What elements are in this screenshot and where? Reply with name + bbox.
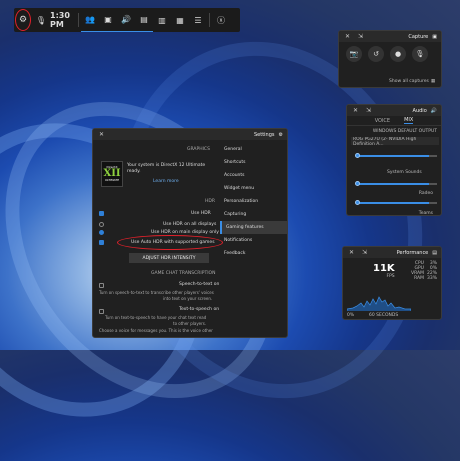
- audio-title: Audio: [412, 107, 427, 114]
- nav-personalization[interactable]: Personalization: [220, 195, 287, 208]
- divider: [78, 13, 79, 27]
- stt-desc: Turn on speech-to-text to transcribe oth…: [99, 290, 214, 295]
- settings-header: ✕ Settings ⚙: [93, 129, 287, 140]
- nav-notifications[interactable]: Notifications: [220, 234, 287, 247]
- hdr-header: HDR: [205, 199, 215, 204]
- show-all-captures-link[interactable]: Show all captures ▦: [389, 79, 435, 84]
- directx-promo-text: Your system is DirectX 12 Ultimate ready…: [127, 163, 206, 174]
- settings-icon[interactable]: ⚙: [14, 8, 32, 32]
- widget-menu-icon[interactable]: ⇲: [360, 248, 369, 257]
- game-bar: ⚙ 🎙 1:30 PM 👥 ▣ 🔊 ▤ ▥ ▦ ☰ ⓧ: [14, 8, 240, 32]
- text-to-speech-checkbox[interactable]: [99, 309, 104, 314]
- app-label: Teams: [418, 211, 433, 216]
- record-button[interactable]: ●: [390, 46, 406, 62]
- use-hdr-checkbox[interactable]: [99, 211, 104, 216]
- xbox-icon[interactable]: ⓧ: [212, 8, 230, 32]
- capture-header: ✕ ⇲ Capture ▣: [339, 31, 441, 42]
- tts-desc: to other players.: [173, 321, 207, 326]
- settings-nav: General Shortcuts Accounts Widget menu P…: [220, 143, 287, 260]
- mic-toggle-button[interactable]: 🎙: [412, 46, 428, 62]
- gear-icon: ⚙: [278, 131, 283, 138]
- system-sounds-label: System Sounds: [387, 170, 422, 175]
- nav-capturing[interactable]: Capturing: [220, 208, 287, 221]
- cpu-graph: [347, 296, 411, 311]
- nav-shortcuts[interactable]: Shortcuts: [220, 156, 287, 169]
- screenshot-button[interactable]: 📷: [346, 46, 362, 62]
- divider: [209, 13, 210, 27]
- output-device-select[interactable]: ROG PG27U (2- NVIDIA High Definition A..…: [351, 137, 439, 145]
- capture-title: Capture: [408, 33, 429, 40]
- resources-icon[interactable]: ▥: [153, 8, 171, 32]
- directx-badge: DirectX XII ULTIMATE: [101, 161, 123, 187]
- nav-general[interactable]: General: [220, 143, 287, 156]
- performance-header: ✕ ⇲ Performance ▤: [343, 247, 441, 258]
- highlight-ring: [117, 235, 223, 250]
- stt-desc: into text on your screen.: [163, 296, 213, 301]
- graph-footer-right: 0%: [347, 313, 355, 318]
- perf-label[interactable]: RAM: [411, 276, 424, 281]
- nav-widget-menu[interactable]: Widget menu: [220, 182, 287, 195]
- performance-widget-icon: ▤: [432, 249, 437, 256]
- fps-value: 11K: [373, 263, 395, 274]
- adjust-hdr-label: ADJUST HDR INTENSITY: [142, 255, 196, 261]
- tts-desc: Turn on text-to-speech to have your chat…: [105, 315, 207, 320]
- hdr-all-radio[interactable]: [99, 222, 104, 227]
- adjust-hdr-button[interactable]: ADJUST HDR INTENSITY: [129, 253, 209, 263]
- tab-mix[interactable]: MIX: [404, 117, 414, 124]
- record-last-button[interactable]: ↺: [368, 46, 384, 62]
- widgets-icon[interactable]: ☰: [189, 8, 207, 32]
- transcription-header: GAME CHAT TRANSCRIPTION: [151, 271, 216, 276]
- widget-menu-icon[interactable]: ⇲: [356, 32, 365, 41]
- capture-icon[interactable]: ▣: [99, 8, 117, 32]
- xbox-social-icon[interactable]: 👥: [81, 8, 99, 32]
- close-icon[interactable]: ✕: [351, 106, 360, 115]
- hdr-all-label: Use HDR on all displays: [163, 222, 217, 227]
- app-label: Radeo: [418, 191, 433, 196]
- graphics-header: GRAPHICS: [187, 147, 210, 152]
- tab-voice[interactable]: VOICE: [375, 118, 390, 124]
- gallery-icon[interactable]: ▦: [171, 8, 189, 32]
- performance-title: Performance: [396, 249, 429, 256]
- settings-title: Settings: [254, 131, 275, 138]
- audio-icon[interactable]: 🔊: [117, 8, 135, 32]
- tts-desc: Choose a voice for messages you. This is…: [99, 328, 213, 333]
- badge-line3: ULTIMATE: [104, 178, 120, 182]
- audio-panel: ✕ ⇲ Audio 🔊 VOICE MIX WINDOWS DEFAULT OUTP…: [346, 104, 442, 216]
- widget-menu-icon[interactable]: ⇲: [364, 106, 373, 115]
- settings-panel: ✕ Settings ⚙ General Shortcuts Accounts W…: [92, 128, 288, 338]
- nav-feedback[interactable]: Feedback: [220, 247, 287, 260]
- close-icon[interactable]: ✕: [347, 248, 356, 257]
- audio-header: ✕ ⇲ Audio 🔊: [347, 105, 441, 116]
- graph-footer-left: 60 SECONDS: [369, 313, 399, 318]
- section-label: WINDOWS DEFAULT OUTPUT: [372, 129, 437, 134]
- tts-label: Text-to-speech on: [179, 307, 220, 312]
- pin-icon[interactable]: ✕: [343, 32, 352, 41]
- clock: 1:30 PM: [50, 11, 70, 29]
- learn-more-link[interactable]: Learn more: [153, 179, 179, 184]
- stt-label: Speech-to-text on: [179, 282, 220, 287]
- capture-panel: ✕ ⇲ Capture ▣ 📷 ↺ ● 🎙 Show all captures ▦: [338, 30, 442, 88]
- perf-stats: CPU GPU VRAM RAM 3% 0% 22% 33%: [411, 261, 437, 281]
- capture-widget-icon: ▣: [432, 33, 437, 40]
- fps-block: 11K FPS: [373, 263, 395, 279]
- hdr-main-radio[interactable]: [99, 230, 104, 235]
- auto-hdr-checkbox[interactable]: [99, 240, 104, 245]
- audio-tabs: VOICE MIX: [347, 116, 441, 126]
- gallery-icon: ▦: [430, 79, 436, 84]
- speech-to-text-checkbox[interactable]: [99, 283, 104, 288]
- perf-value: 33%: [426, 276, 437, 281]
- performance-icon[interactable]: ▤: [135, 8, 153, 32]
- nav-gaming-features[interactable]: Gaming features: [220, 221, 287, 234]
- audio-widget-icon: 🔊: [430, 107, 437, 114]
- mute-icon[interactable]: 🎙: [32, 8, 50, 32]
- fps-label: FPS: [386, 274, 395, 279]
- close-icon[interactable]: ✕: [97, 130, 106, 139]
- show-all-captures-label: Show all captures: [389, 79, 429, 84]
- performance-panel: ✕ ⇲ Performance ▤ CPU GPU VRAM RAM 3% 0% 2…: [342, 246, 442, 320]
- use-hdr-label: Use HDR: [191, 211, 211, 216]
- highlight-ring: [15, 9, 31, 31]
- nav-accounts[interactable]: Accounts: [220, 169, 287, 182]
